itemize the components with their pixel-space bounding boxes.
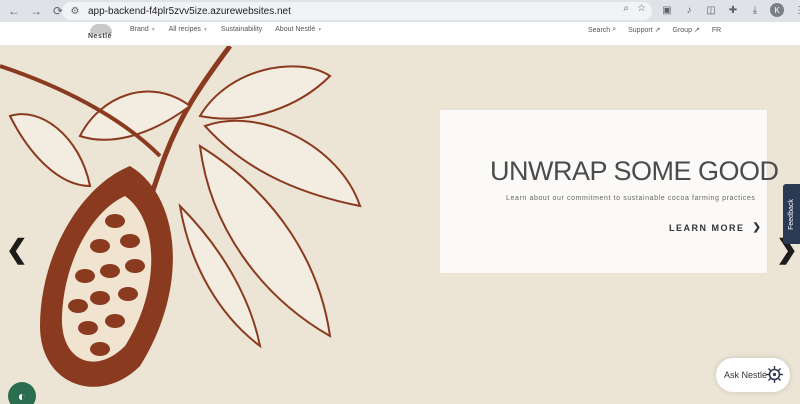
zoom-icon[interactable]: ⌕ [623, 3, 629, 14]
extensions-puzzle-icon[interactable]: ✚ [726, 3, 740, 17]
url-text[interactable]: app-backend-f4plr5zvv5ize.azurewebsites.… [88, 6, 291, 17]
external-link-icon: ↗ [693, 27, 700, 34]
nav-item-recipes[interactable]: All recipes ▼ [169, 26, 208, 33]
nav-item-brands[interactable]: Brand ▼ [130, 26, 156, 33]
language-link[interactable]: FR [712, 26, 721, 34]
nestle-logo[interactable]: Nestlé [86, 24, 116, 44]
microphone-icon[interactable]: ♪ [682, 3, 696, 17]
main-nav: Brand ▼ All recipes ▼ Sustainability About… [130, 26, 322, 33]
carousel-prev-button[interactable]: ❮ [6, 234, 28, 265]
forward-icon[interactable]: → [28, 3, 44, 19]
translate-icon[interactable]: ◫ [704, 3, 718, 17]
extension-icon[interactable]: ▣ [660, 3, 674, 17]
browser-toolbar: ← → ⟳ ⚙ app-backend-f4plr5zvv5ize.azurew… [0, 0, 800, 22]
site-header: Nestlé Brand ▼ All recipes ▼ Sustainabilit… [0, 22, 800, 46]
nav-item-about[interactable]: About Nestlé ▼ [275, 26, 322, 33]
chevron-right-icon: ❯ [752, 222, 763, 233]
back-icon[interactable]: ← [6, 3, 22, 19]
hero-card: UNWRAP SOME GOOD Learn about our commitm… [440, 110, 779, 273]
group-link[interactable]: Group ↗ [673, 26, 700, 35]
utility-nav: Search ⌕ Support ↗ Group ↗ FR [588, 26, 721, 34]
profile-avatar[interactable]: K [770, 3, 784, 17]
nav-item-sustainability[interactable]: Sustainability [221, 26, 262, 33]
menu-icon[interactable]: ⋮ [792, 3, 800, 17]
chevron-down-icon: ▼ [150, 26, 156, 33]
site-info-icon[interactable]: ⚙ [68, 4, 82, 18]
search-icon: ⌕ [612, 26, 617, 33]
chevron-down-icon: ▼ [317, 26, 323, 33]
logo-text: Nestlé [88, 33, 113, 40]
bookmark-star-icon[interactable]: ☆ [637, 3, 646, 14]
address-bar[interactable]: ⚙ app-backend-f4plr5zvv5ize.azurewebsite… [62, 2, 652, 20]
cookie-icon: ◐ [17, 388, 27, 404]
hero-subtitle: Learn about our commitment to sustainabl… [506, 195, 756, 202]
cookie-settings-button[interactable]: ◐ [8, 382, 36, 404]
chatbot-icon [766, 366, 783, 383]
download-icon[interactable]: ⤓ [748, 3, 762, 17]
feedback-label: Feedback [788, 198, 795, 230]
cocoa-illustration [0, 46, 362, 387]
external-link-icon: ↗ [654, 27, 661, 34]
hero-carousel: UNWRAP SOME GOOD Learn about our commitm… [0, 46, 800, 404]
feedback-tab[interactable]: Feedback [783, 184, 800, 244]
hero-title: UNWRAP SOME GOOD [490, 156, 779, 186]
chevron-down-icon: ▼ [202, 26, 208, 33]
ask-nestle-label: Ask Nestlé [724, 370, 768, 380]
ask-nestle-button[interactable]: Ask Nestlé [716, 358, 790, 392]
search-link[interactable]: Search ⌕ [588, 26, 616, 34]
learn-more-link[interactable]: LEARN MORE ❯ [669, 222, 762, 233]
support-link[interactable]: Support ↗ [628, 26, 661, 35]
learn-more-label: LEARN MORE [669, 222, 745, 233]
